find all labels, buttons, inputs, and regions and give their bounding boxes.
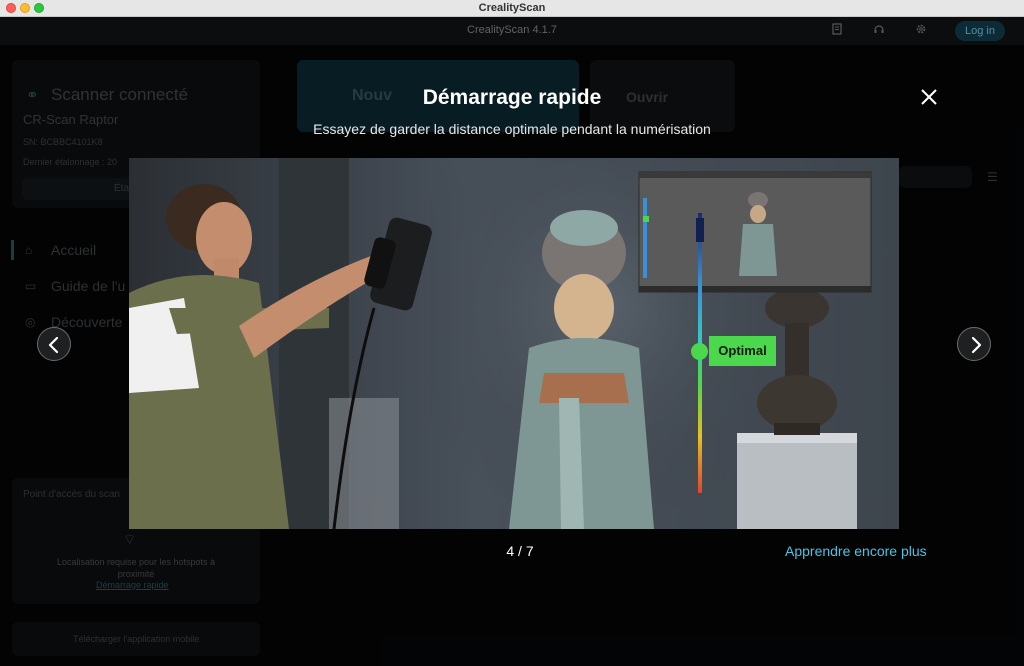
- chevron-left-icon: [48, 336, 59, 354]
- chevron-right-icon: [971, 336, 982, 354]
- page-indicator: 4 / 7: [506, 543, 534, 559]
- tutorial-image: Optimal: [129, 158, 899, 529]
- window-titlebar: CrealityScan: [0, 0, 1024, 17]
- optimal-label: Optimal: [709, 336, 776, 366]
- login-button[interactable]: Log in: [955, 21, 1005, 41]
- app-window: CrealityScan CrealityScan 4.1.7 Log in ⚭…: [0, 0, 1024, 666]
- next-slide-button[interactable]: [957, 327, 991, 361]
- learn-more-link[interactable]: Apprendre encore plus: [785, 543, 927, 559]
- modal-title: Démarrage rapide: [422, 86, 602, 109]
- optimal-marker-icon: [691, 343, 708, 360]
- previous-slide-button[interactable]: [37, 327, 71, 361]
- close-icon[interactable]: [918, 86, 940, 108]
- window-title: CrealityScan: [478, 2, 546, 14]
- gear-icon[interactable]: [913, 23, 929, 39]
- document-icon[interactable]: [829, 23, 845, 39]
- modal-subtitle: Essayez de garder la distance optimale p…: [313, 121, 711, 137]
- app-header: CrealityScan 4.1.7 Log in: [0, 17, 1024, 45]
- headset-icon[interactable]: [871, 23, 887, 39]
